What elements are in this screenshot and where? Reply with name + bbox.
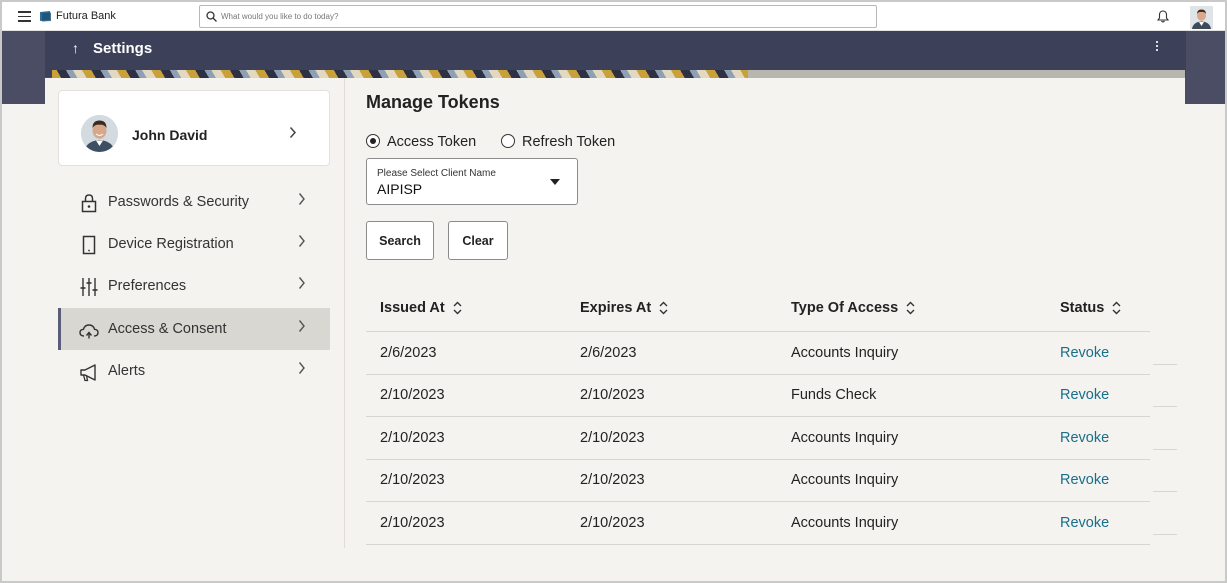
type-of-access-cell: Accounts Inquiry bbox=[791, 515, 899, 531]
column-header-type-of-access[interactable]: Type Of Access bbox=[791, 300, 915, 316]
clear-button[interactable]: Clear bbox=[448, 221, 508, 260]
sidebar-item-label: Alerts bbox=[108, 363, 146, 379]
revoke-link[interactable]: Revoke bbox=[1060, 430, 1109, 446]
column-header-label: Issued At bbox=[380, 300, 445, 316]
issued-at-cell: 2/6/2023 bbox=[380, 345, 437, 361]
chevron-right-icon bbox=[289, 126, 297, 139]
table-divider bbox=[366, 374, 1150, 375]
table-divider bbox=[366, 459, 1150, 460]
bell-icon[interactable] bbox=[1157, 10, 1169, 23]
revoke-link[interactable]: Revoke bbox=[1060, 387, 1109, 403]
column-header-status[interactable]: Status bbox=[1060, 300, 1121, 316]
top-bar: Futura Bank bbox=[2, 2, 1225, 31]
revoke-link[interactable]: Revoke bbox=[1060, 515, 1109, 531]
sidebar-item-preferences[interactable]: Preferences bbox=[58, 265, 330, 307]
column-header-label: Type Of Access bbox=[791, 300, 899, 316]
page-header-title: Settings bbox=[93, 40, 153, 57]
radio-label: Refresh Token bbox=[522, 134, 616, 150]
sort-icon bbox=[1112, 301, 1121, 315]
sidebar-item-label: Passwords & Security bbox=[108, 194, 250, 210]
profile-name: John David bbox=[132, 127, 208, 143]
table-divider bbox=[366, 331, 1150, 332]
sort-icon bbox=[906, 301, 915, 315]
chevron-right-icon bbox=[298, 193, 305, 205]
sort-icon bbox=[659, 301, 668, 315]
column-header-expires-at[interactable]: Expires At bbox=[580, 300, 668, 316]
header-decoration-right bbox=[748, 70, 1185, 78]
sliders-icon bbox=[80, 278, 98, 296]
expires-at-cell: 2/10/2023 bbox=[580, 430, 645, 446]
sidebar-item-label: Device Registration bbox=[108, 236, 234, 252]
client-name-select[interactable]: Please Select Client Name AIPISP bbox=[366, 158, 578, 205]
sidebar-item-access-consent[interactable]: Access & Consent bbox=[58, 308, 330, 350]
search-input[interactable] bbox=[221, 9, 861, 24]
issued-at-cell: 2/10/2023 bbox=[380, 430, 445, 446]
select-label: Please Select Client Name bbox=[377, 168, 496, 179]
profile-card[interactable]: John David bbox=[58, 90, 330, 166]
expires-at-cell: 2/10/2023 bbox=[580, 515, 645, 531]
revoke-link[interactable]: Revoke bbox=[1060, 472, 1109, 488]
table-divider bbox=[366, 544, 1150, 545]
radio-label: Access Token bbox=[387, 134, 477, 150]
megaphone-icon bbox=[80, 364, 96, 382]
bank-logo-icon bbox=[40, 11, 51, 22]
sidebar-item-label: Access & Consent bbox=[108, 321, 227, 337]
sidebar-item-alerts[interactable]: Alerts bbox=[58, 350, 330, 392]
sort-icon bbox=[453, 301, 462, 315]
user-avatar[interactable] bbox=[1190, 6, 1213, 29]
search-button[interactable]: Search bbox=[366, 221, 434, 260]
type-of-access-cell: Accounts Inquiry bbox=[791, 430, 899, 446]
issued-at-cell: 2/10/2023 bbox=[380, 387, 445, 403]
table-divider bbox=[366, 501, 1150, 502]
caret-down-icon bbox=[550, 179, 560, 185]
revoke-link[interactable]: Revoke bbox=[1060, 345, 1109, 361]
sidebar-divider bbox=[344, 78, 345, 548]
chevron-right-icon bbox=[298, 277, 305, 289]
page-title: Manage Tokens bbox=[366, 92, 500, 112]
more-options-icon[interactable] bbox=[1152, 41, 1162, 55]
expires-at-cell: 2/10/2023 bbox=[580, 472, 645, 488]
issued-at-cell: 2/10/2023 bbox=[380, 472, 445, 488]
lock-icon bbox=[81, 194, 97, 213]
table-divider bbox=[1153, 406, 1177, 407]
brand-name: Futura Bank bbox=[56, 10, 116, 22]
table-divider bbox=[1153, 491, 1177, 492]
column-header-issued-at[interactable]: Issued At bbox=[380, 300, 462, 316]
type-of-access-cell: Accounts Inquiry bbox=[791, 472, 899, 488]
type-of-access-cell: Accounts Inquiry bbox=[791, 345, 899, 361]
sidebar-item-label: Preferences bbox=[108, 278, 187, 294]
profile-avatar bbox=[81, 115, 118, 152]
column-header-label: Expires At bbox=[580, 300, 652, 316]
issued-at-cell: 2/10/2023 bbox=[380, 515, 445, 531]
global-search-box[interactable] bbox=[199, 5, 877, 28]
radio-checked-indicator bbox=[366, 134, 380, 148]
column-header-label: Status bbox=[1060, 300, 1105, 316]
chevron-right-icon bbox=[298, 362, 305, 374]
search-icon bbox=[206, 11, 217, 22]
table-divider bbox=[1153, 364, 1177, 365]
expires-at-cell: 2/6/2023 bbox=[580, 345, 637, 361]
table-divider bbox=[1153, 534, 1177, 535]
chevron-right-icon bbox=[298, 320, 305, 332]
cloud-access-icon bbox=[79, 324, 99, 339]
menu-icon[interactable] bbox=[18, 11, 31, 22]
expires-at-cell: 2/10/2023 bbox=[580, 387, 645, 403]
sidebar-item-device-registration[interactable]: Device Registration bbox=[58, 223, 330, 265]
chevron-right-icon bbox=[298, 235, 305, 247]
table-divider bbox=[366, 416, 1150, 417]
select-value: AIPISP bbox=[377, 181, 423, 197]
device-icon bbox=[82, 235, 96, 255]
table-divider bbox=[1153, 449, 1177, 450]
back-arrow-icon[interactable]: ↑ bbox=[72, 40, 79, 56]
radio-unchecked-indicator bbox=[501, 134, 515, 148]
sidebar-item-passwords-security[interactable]: Passwords & Security bbox=[58, 181, 330, 223]
type-of-access-cell: Funds Check bbox=[791, 387, 877, 403]
